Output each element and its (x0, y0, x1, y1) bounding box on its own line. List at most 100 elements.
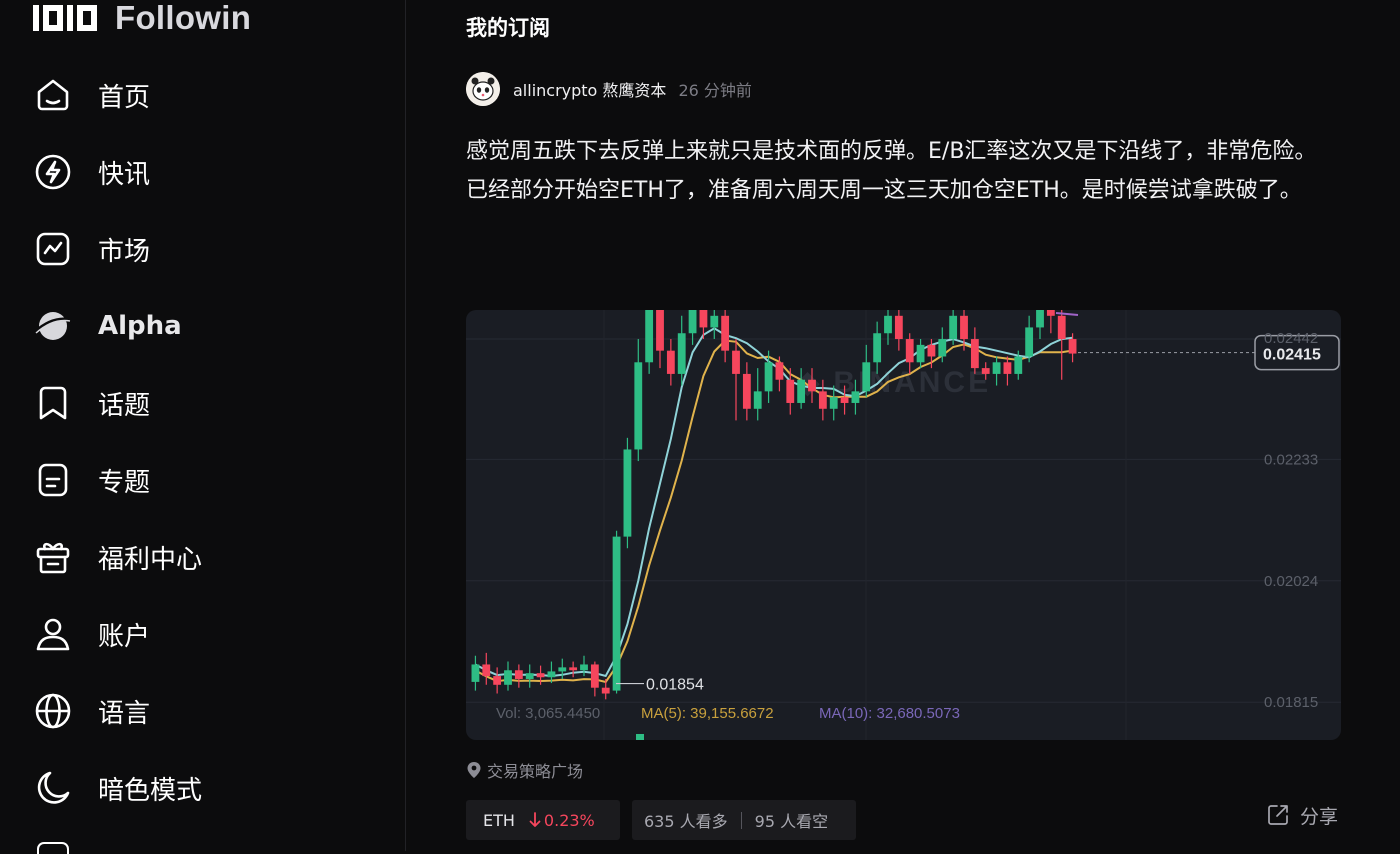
nav-label: 快讯 (98, 159, 151, 190)
candle-body (818, 391, 827, 409)
nav-label: 语言 (98, 698, 151, 729)
gift-icon (33, 537, 73, 577)
share-button[interactable]: 分享 (1266, 800, 1338, 830)
post-paragraph: 感觉周五跌下去反弹上来就只是技术面的反弹。E/B汇率这次又是下沿线了，非常危险。 (466, 139, 1317, 164)
followin-logo-icon (33, 5, 97, 31)
candle-body (884, 315, 892, 334)
nav-item-account[interactable]: 账户 (33, 612, 150, 656)
volume-bar (636, 734, 644, 740)
candle-body (894, 315, 903, 340)
nav-item-language[interactable]: 语言 (33, 689, 150, 733)
post-chart-image[interactable]: ◆ BINANCE 0.02415 0.02442 0.02233 0.02024 0.0… (466, 310, 1341, 740)
bookmark-icon (33, 383, 73, 423)
candle-body (927, 344, 936, 357)
candle-body (797, 379, 806, 403)
nav-label: 话题 (98, 390, 151, 421)
nav-item-rewards[interactable]: 福利中心 (33, 535, 202, 579)
candle-body (732, 350, 740, 374)
candle-body (981, 368, 990, 374)
candle-body (775, 362, 784, 380)
nav-item-home[interactable]: 首页 (33, 73, 150, 117)
candle-body (514, 670, 523, 679)
current-price-label: 0.02415 (1263, 347, 1321, 364)
avatar[interactable] (466, 72, 500, 106)
price-axis-label: 0.01815 (1264, 694, 1318, 711)
moon-icon (33, 768, 73, 808)
share-icon (1268, 805, 1288, 825)
candle-body (482, 664, 491, 677)
vol-label: Vol: 3,065.4450 (496, 705, 600, 722)
nav-label: 专题 (98, 467, 151, 498)
post-location[interactable]: 交易策略广场 (466, 758, 583, 782)
candle-body (677, 333, 686, 374)
sentiment-votes[interactable]: 635 人看多 95 人看空 (632, 800, 856, 840)
post-body[interactable]: 感觉周五跌下去反弹上来就只是技术面的反弹。E/B汇率这次又是下沿线了，非常危险。… (466, 133, 1346, 210)
nav-label: 市场 (98, 236, 151, 267)
candle-body (569, 667, 578, 671)
candle-body (1003, 362, 1012, 374)
price-axis-label: 0.02024 (1264, 573, 1318, 590)
candle-body (753, 391, 762, 409)
arrow-down-icon (529, 812, 541, 827)
candle-body (710, 315, 719, 328)
candle-body (764, 362, 773, 392)
candle-body (645, 310, 654, 363)
nav-item-topics[interactable]: 话题 (33, 381, 150, 425)
location-pin-icon (467, 762, 481, 778)
candle-body (590, 664, 599, 688)
coin-tag[interactable]: ETH 0.23% (466, 800, 620, 840)
author-name[interactable]: allincrypto 熬鹰资本 (513, 77, 666, 101)
user-icon (33, 614, 73, 654)
brand-logo[interactable]: Followin (33, 0, 252, 36)
post-time: 26 分钟前 (678, 81, 752, 100)
nav-item-flash[interactable]: 快讯 (33, 150, 150, 194)
candle-body (634, 362, 643, 450)
candle-body (862, 362, 871, 392)
partial-nav-icon (37, 842, 69, 854)
candle-body (960, 315, 968, 340)
share-label: 分享 (1300, 805, 1339, 828)
candle-body (699, 310, 708, 328)
candle-body (558, 667, 567, 672)
candle-body (829, 397, 838, 409)
globe-icon (33, 691, 73, 731)
candle-body (808, 379, 816, 392)
sidebar: Followin 首页 快讯 市场 Alpha 话题 专题 福利中心 账户 语言… (0, 0, 406, 854)
low-marker-label: 0.01854 (646, 677, 704, 694)
candle-body (1025, 327, 1034, 357)
document-icon (33, 460, 73, 500)
candle-body (840, 397, 849, 403)
candle-body (504, 670, 512, 685)
candle-body (786, 379, 795, 403)
candle-body (471, 664, 480, 682)
candlestick-chart: ◆ BINANCE0.024150.024420.022330.020240.0… (466, 310, 1341, 740)
candle-body (525, 673, 534, 679)
nav-item-alpha[interactable]: Alpha (33, 304, 182, 348)
nav-label: 福利中心 (98, 544, 203, 575)
divider (740, 811, 742, 829)
nav-label: 首页 (98, 82, 151, 113)
candle-body (666, 350, 675, 374)
candle-body (1014, 356, 1023, 374)
brand-name: Followin (115, 0, 252, 36)
candle-body (1068, 339, 1077, 354)
candle-body (721, 315, 730, 351)
flash-icon (33, 152, 73, 192)
candle-body (536, 673, 545, 678)
coin-change-value: 0.23% (543, 810, 595, 830)
nav-item-darkmode[interactable]: 暗色模式 (33, 766, 202, 810)
nav-item-specials[interactable]: 专题 (33, 458, 150, 502)
candle-body (580, 664, 588, 671)
ma5-label: MA(5): 39,155.6672 (641, 705, 774, 722)
bullish-count[interactable]: 635 人看多 (644, 808, 728, 832)
nav-item-market[interactable]: 市场 (33, 227, 150, 271)
candle-body (970, 339, 979, 369)
post-author-row: allincrypto 熬鹰资本 26 分钟前 (466, 72, 752, 106)
market-chart-icon (33, 229, 73, 269)
ma10-label: MA(10): 32,680.5073 (819, 705, 960, 722)
candle-body (656, 310, 664, 351)
candle-body (851, 391, 860, 403)
candle-body (873, 333, 882, 363)
candle-body (601, 687, 610, 694)
bearish-count[interactable]: 95 人看空 (755, 808, 828, 832)
